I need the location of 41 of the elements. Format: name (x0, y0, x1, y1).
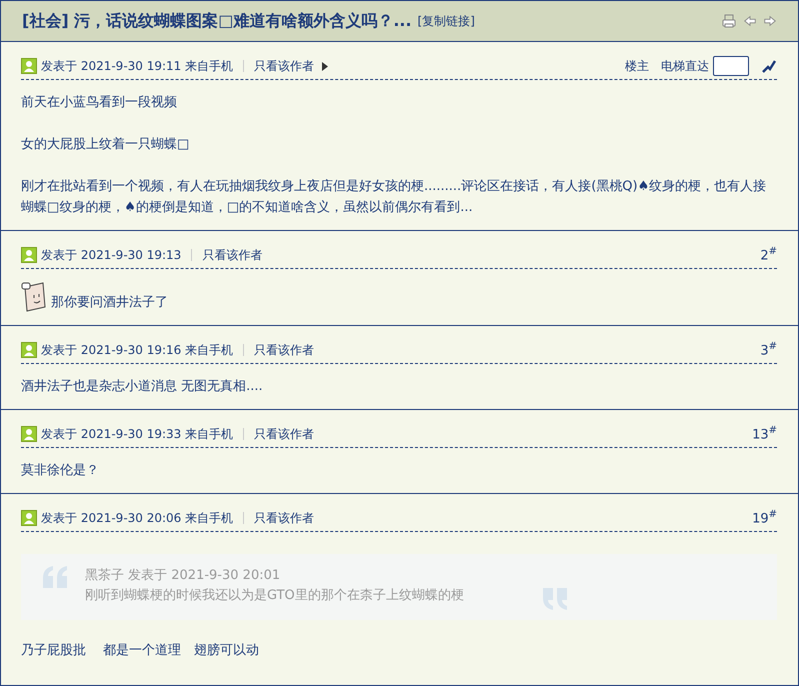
avatar-icon (21, 58, 37, 74)
quote-text: 刚听到蝴蝶梗的时候我还以为是GTO里的那个在柰子上纹蝴蝶的梗 (85, 587, 464, 605)
close-quote-icon (541, 586, 569, 612)
post-date: 发表于 2021-9-30 19:16 来自手机 (41, 342, 234, 358)
quote-author: 黑茶子 发表于 2021-9-30 20:01 (85, 567, 280, 585)
previous-icon[interactable] (743, 13, 757, 29)
copy-link[interactable]: [复制链接] (418, 12, 475, 30)
post-date: 发表于 2021-9-30 19:33 来自手机 (41, 426, 234, 442)
post-text: 刚才在批站看到一个视频，有人在玩抽烟我纹身上夜店但是好女孩的梗.........评论区在接话，有人接(黑桃Q)♠纹身的梗，也有人接蝴蝶□纹身的梗，♠的梗倒是知道，□的不知道啥含义，虽然以前偶尔有看到... (21, 178, 768, 217)
post-text: 那你要问酒井法子了 (51, 294, 168, 312)
post-text: 女的大屁股上纹着一只蝴蝶□ (21, 136, 190, 154)
post-text: 酒井法子也是杂志小道消息 无图无真相.... (21, 378, 264, 396)
next-icon[interactable] (763, 13, 777, 29)
open-quote-icon (41, 564, 69, 590)
author-only-link[interactable]: 只看该作者 (254, 58, 314, 74)
print-icon[interactable] (721, 13, 737, 29)
author-only-link[interactable]: 只看该作者 (254, 510, 314, 526)
post-text: 乃子屁股批 都是一个道理 翅膀可以动 (21, 642, 260, 660)
author-only-link[interactable]: 只看该作者 (254, 426, 314, 442)
post-date: 发表于 2021-9-30 19:13 (41, 246, 182, 264)
avatar-icon (21, 426, 37, 442)
floor-input[interactable] (713, 56, 749, 76)
op-link[interactable]: 楼主 (625, 58, 649, 74)
floor-number: 2$^{#}$ (760, 246, 777, 264)
avatar-icon (21, 342, 37, 358)
author-only-link[interactable]: 只看该作者 (202, 246, 262, 264)
post-date: 发表于 2021-9-30 19:11 来自手机 (41, 58, 234, 74)
jump-link[interactable]: 电梯直达 (661, 58, 709, 74)
floor-number: 19$^{#}$ (752, 509, 777, 527)
post-date: 发表于 2021-9-30 20:06 来自手机 (41, 510, 234, 526)
author-only-link[interactable]: 只看该作者 (254, 342, 314, 358)
avatar-icon (21, 510, 37, 526)
jump-icon[interactable] (761, 58, 777, 74)
floor-number: 3$^{#}$ (760, 341, 777, 359)
post-text: 莫非徐伦是？ (21, 462, 100, 480)
emoticon-icon (21, 281, 47, 313)
avatar-icon (21, 247, 37, 263)
play-icon[interactable] (322, 62, 328, 70)
thread-title: [社会] 污，话说纹蝴蝶图案□难道有啥额外含义吗？... (22, 10, 412, 32)
floor-number: 13$^{#}$ (752, 425, 777, 443)
post-text: 前天在小蓝鸟看到一段视频 (21, 94, 178, 112)
